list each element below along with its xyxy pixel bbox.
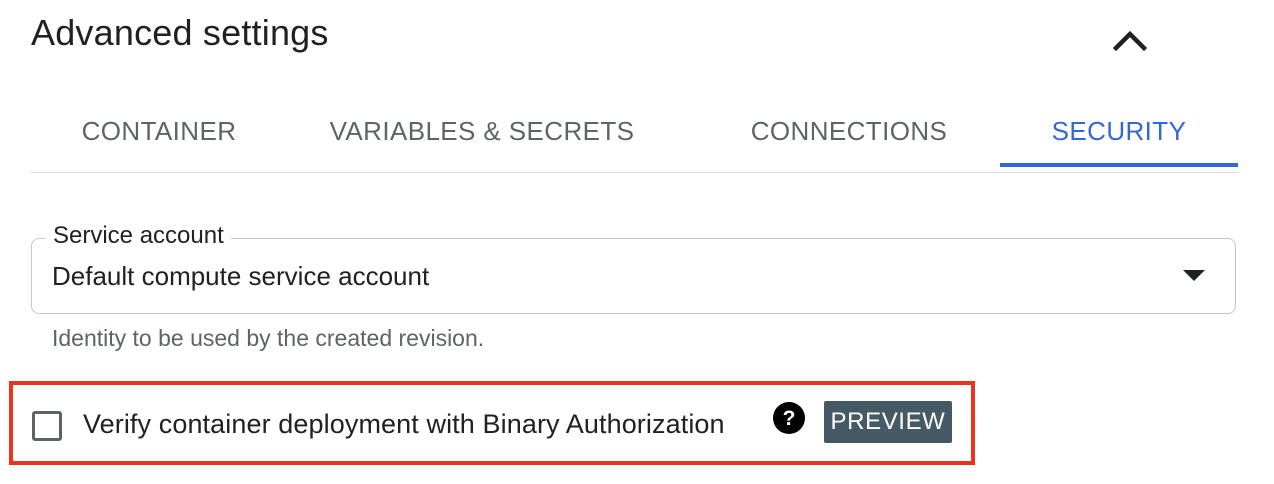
tab-security[interactable]: SECURITY bbox=[1000, 96, 1238, 166]
section-title: Advanced settings bbox=[31, 12, 329, 53]
service-account-value: Default compute service account bbox=[52, 261, 430, 291]
binary-authorization-label[interactable]: Verify container deployment with Binary … bbox=[83, 409, 725, 440]
tab-variables-secrets[interactable]: VARIABLES & SECRETS bbox=[313, 96, 651, 166]
help-icon[interactable]: ? bbox=[773, 402, 805, 434]
tab-bar: CONTAINER VARIABLES & SECRETS CONNECTION… bbox=[31, 96, 1238, 173]
active-tab-indicator bbox=[1000, 163, 1238, 167]
tab-connections[interactable]: CONNECTIONS bbox=[719, 96, 979, 166]
tab-container[interactable]: CONTAINER bbox=[51, 96, 267, 166]
service-account-helper-text: Identity to be used by the created revis… bbox=[52, 325, 485, 351]
preview-badge: PREVIEW bbox=[824, 401, 952, 443]
chevron-up-icon bbox=[1113, 30, 1147, 51]
service-account-select[interactable]: Service account Default compute service … bbox=[31, 222, 1236, 314]
arrow-drop-down-icon bbox=[1183, 270, 1205, 281]
service-account-label: Service account bbox=[46, 222, 231, 250]
collapse-button[interactable] bbox=[1106, 16, 1154, 64]
binary-authorization-checkbox[interactable] bbox=[32, 411, 62, 441]
svg-text:?: ? bbox=[783, 407, 796, 430]
